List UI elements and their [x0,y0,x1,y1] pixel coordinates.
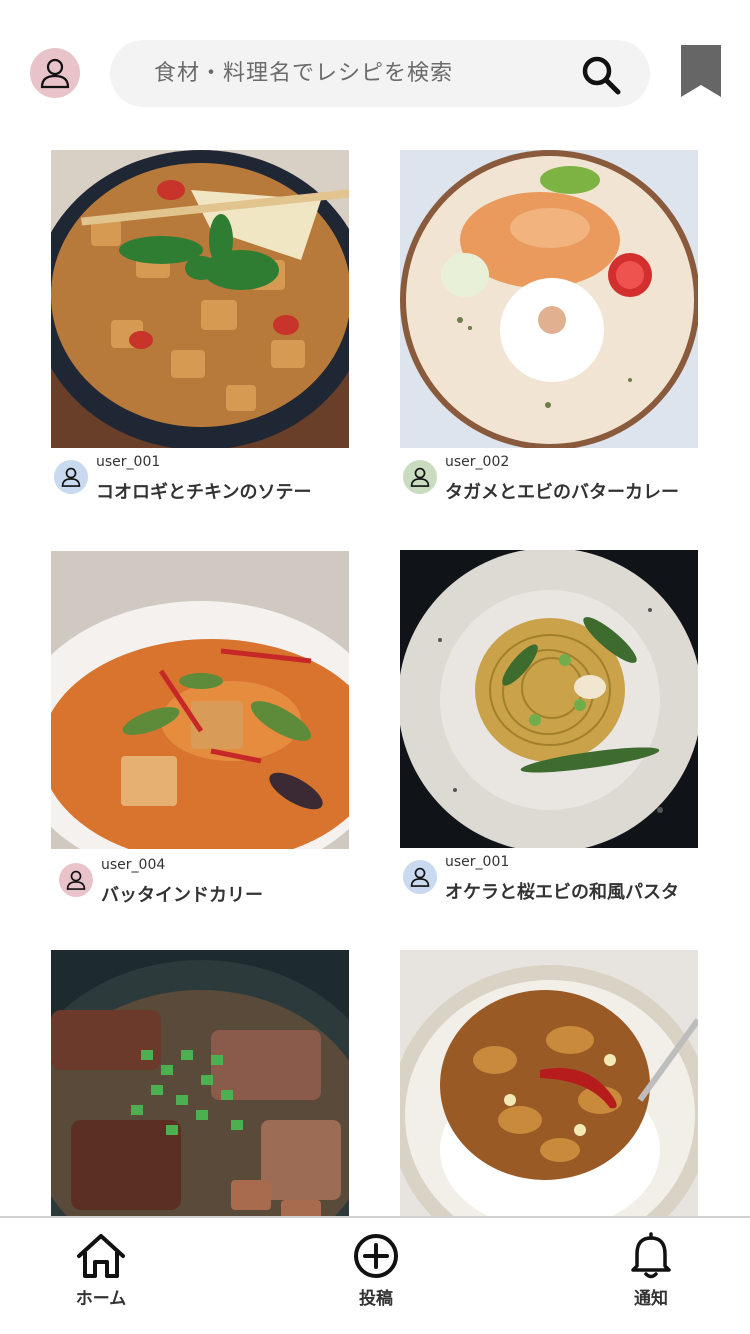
user-icon [410,867,430,887]
post-meta: user_004 バッタインドカリー [51,849,349,919]
recipe-photo[interactable] [400,550,698,848]
nav-home[interactable]: ホーム [46,1232,156,1309]
user-avatar[interactable] [59,863,93,897]
recipe-card[interactable] [51,950,349,1216]
username[interactable]: user_001 [96,454,160,470]
home-icon [77,1234,125,1278]
header: 食材・料理名でレシピを検索 [0,0,750,130]
recipe-title[interactable]: タガメとエビのバターカレー [445,478,679,504]
post-meta: user_002 タガメとエビのバターカレー [400,448,698,518]
user-icon [40,58,70,89]
user-avatar[interactable] [403,460,437,494]
recipe-photo[interactable] [51,551,349,849]
post-meta: user_001 コオロギとチキンのソテー [51,448,349,518]
recipe-photo[interactable] [51,950,349,1216]
recipe-card[interactable]: user_001 オケラと桜エビの和風パスタ [400,550,698,918]
user-icon [66,870,86,890]
recipe-card[interactable]: user_002 タガメとエビのバターカレー [400,150,698,518]
recipe-card[interactable]: user_004 バッタインドカリー [51,551,349,919]
recipe-title[interactable]: コオロギとチキンのソテー [96,478,311,504]
recipe-title[interactable]: オケラと桜エビの和風パスタ [445,878,679,904]
user-avatar[interactable] [54,460,88,494]
nav-post-label: 投稿 [359,1289,393,1309]
user-icon [61,467,81,487]
nav-home-label: ホーム [75,1289,127,1309]
recipe-photo[interactable] [400,950,698,1216]
username[interactable]: user_002 [445,454,509,470]
user-avatar[interactable] [403,860,437,894]
recipe-card[interactable]: user_001 コオロギとチキンのソテー [51,150,349,518]
search-icon[interactable] [580,54,622,96]
recipe-photo[interactable] [400,150,698,448]
nav-notify-label: 通知 [634,1289,668,1309]
bottom-nav: ホーム 投稿 通知 [0,1216,750,1334]
search-placeholder: 食材・料理名でレシピを検索 [154,61,454,86]
username[interactable]: user_001 [445,854,509,870]
nav-notify[interactable]: 通知 [596,1232,706,1309]
bell-icon [631,1232,671,1279]
recipe-title[interactable]: バッタインドカリー [101,881,263,907]
profile-avatar[interactable] [30,48,80,98]
nav-post[interactable]: 投稿 [321,1232,431,1309]
recipe-photo[interactable] [51,150,349,448]
bookmark-icon[interactable] [681,45,721,97]
plus-circle-icon [354,1234,398,1278]
recipe-feed: user_001 コオロギとチキンのソテー user_002 タガメとエビのバタ… [0,150,750,1216]
user-icon [410,467,430,487]
post-meta: user_001 オケラと桜エビの和風パスタ [400,848,698,918]
username[interactable]: user_004 [101,857,165,873]
search-input[interactable]: 食材・料理名でレシピを検索 [110,40,650,107]
recipe-card[interactable] [400,950,698,1216]
